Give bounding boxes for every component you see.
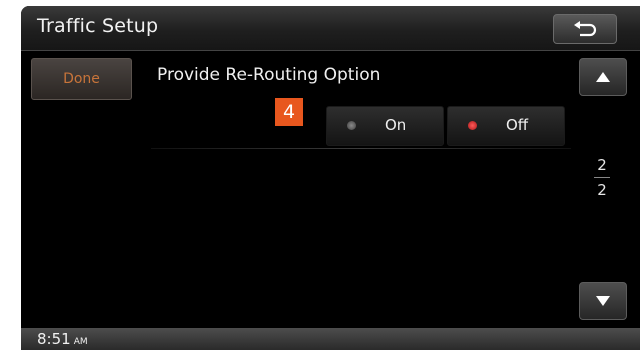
return-arrow-icon [574, 21, 597, 37]
on-button-label: On [385, 116, 407, 134]
navigation-screen: Traffic Setup Done Provide Re-Routing Op… [21, 6, 640, 350]
total-pages: 2 [597, 181, 607, 199]
off-button[interactable]: Off [447, 106, 565, 146]
clock: 8:51 AM [37, 330, 88, 348]
radio-indicator-icon [347, 121, 356, 130]
callout-badge: 4 [275, 98, 303, 126]
triangle-up-icon [596, 72, 610, 82]
scroll-up-button[interactable] [579, 58, 627, 96]
page-separator [594, 177, 610, 178]
row-divider [151, 148, 571, 149]
triangle-down-icon [596, 296, 610, 306]
back-button[interactable] [553, 14, 617, 44]
done-button[interactable]: Done [31, 58, 132, 100]
off-button-label: Off [506, 116, 529, 134]
clock-ampm: AM [73, 337, 88, 347]
status-bar: 8:51 AM [21, 328, 640, 350]
rerouting-option-label: Provide Re-Routing Option [157, 65, 381, 85]
clock-time: 8:51 [37, 330, 71, 348]
page-indicator: 2 2 [591, 156, 613, 199]
on-button[interactable]: On [326, 106, 444, 146]
radio-indicator-icon [468, 121, 477, 130]
page-title: Traffic Setup [37, 15, 159, 37]
current-page: 2 [597, 156, 607, 174]
title-bar: Traffic Setup [21, 6, 640, 51]
scroll-down-button[interactable] [579, 282, 627, 320]
